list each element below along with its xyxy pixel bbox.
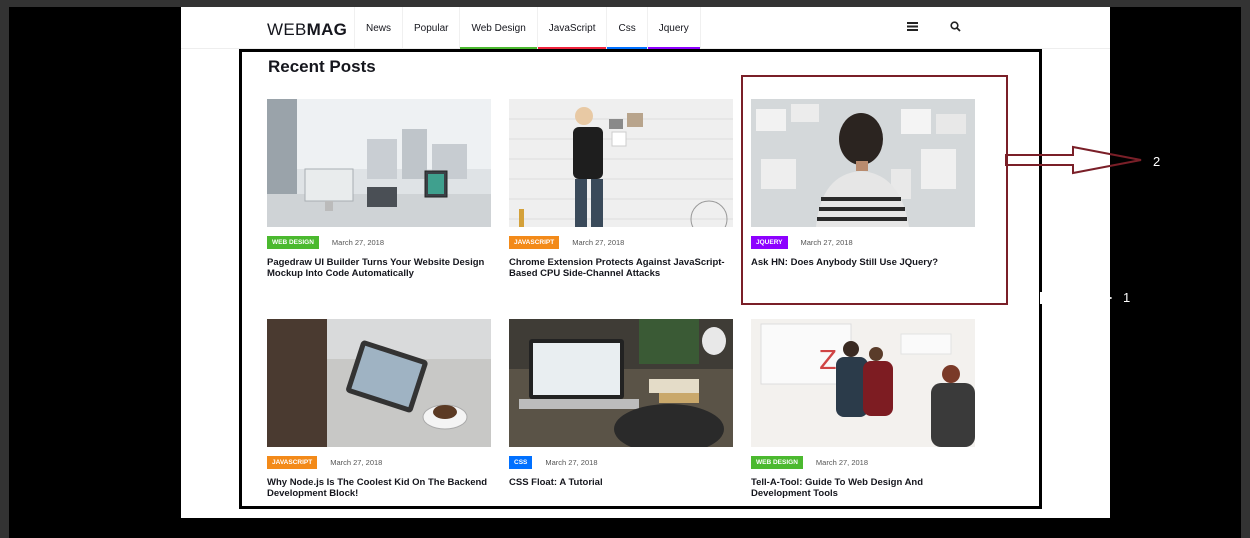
screen-frame-right bbox=[1241, 0, 1250, 538]
nav-item-css[interactable]: Css bbox=[607, 7, 648, 49]
nav-item-popular[interactable]: Popular bbox=[403, 7, 461, 49]
annotation-arrow-2 bbox=[1005, 145, 1142, 175]
nav-item-web-design[interactable]: Web Design bbox=[460, 7, 538, 49]
nav-item-news[interactable]: News bbox=[354, 7, 404, 49]
nav-item-javascript[interactable]: JavaScript bbox=[537, 7, 608, 49]
site-header: WEBMAG News Popular Web Design JavaScrip… bbox=[181, 7, 1110, 49]
annotation-label-2: 2 bbox=[1153, 154, 1161, 169]
annotation-box-2 bbox=[741, 75, 1008, 305]
annotation-label-1: 1 bbox=[1123, 290, 1131, 305]
screen-frame-left bbox=[0, 0, 9, 538]
main-nav: News Popular Web Design JavaScript Css J… bbox=[354, 7, 701, 49]
search-icon[interactable] bbox=[950, 21, 961, 32]
nav-item-jquery[interactable]: Jquery bbox=[647, 7, 701, 49]
hamburger-icon[interactable] bbox=[907, 21, 918, 31]
screen-frame-top bbox=[0, 0, 1250, 7]
site-logo[interactable]: WEBMAG bbox=[267, 20, 347, 40]
annotation-arrow-1 bbox=[1040, 285, 1112, 311]
